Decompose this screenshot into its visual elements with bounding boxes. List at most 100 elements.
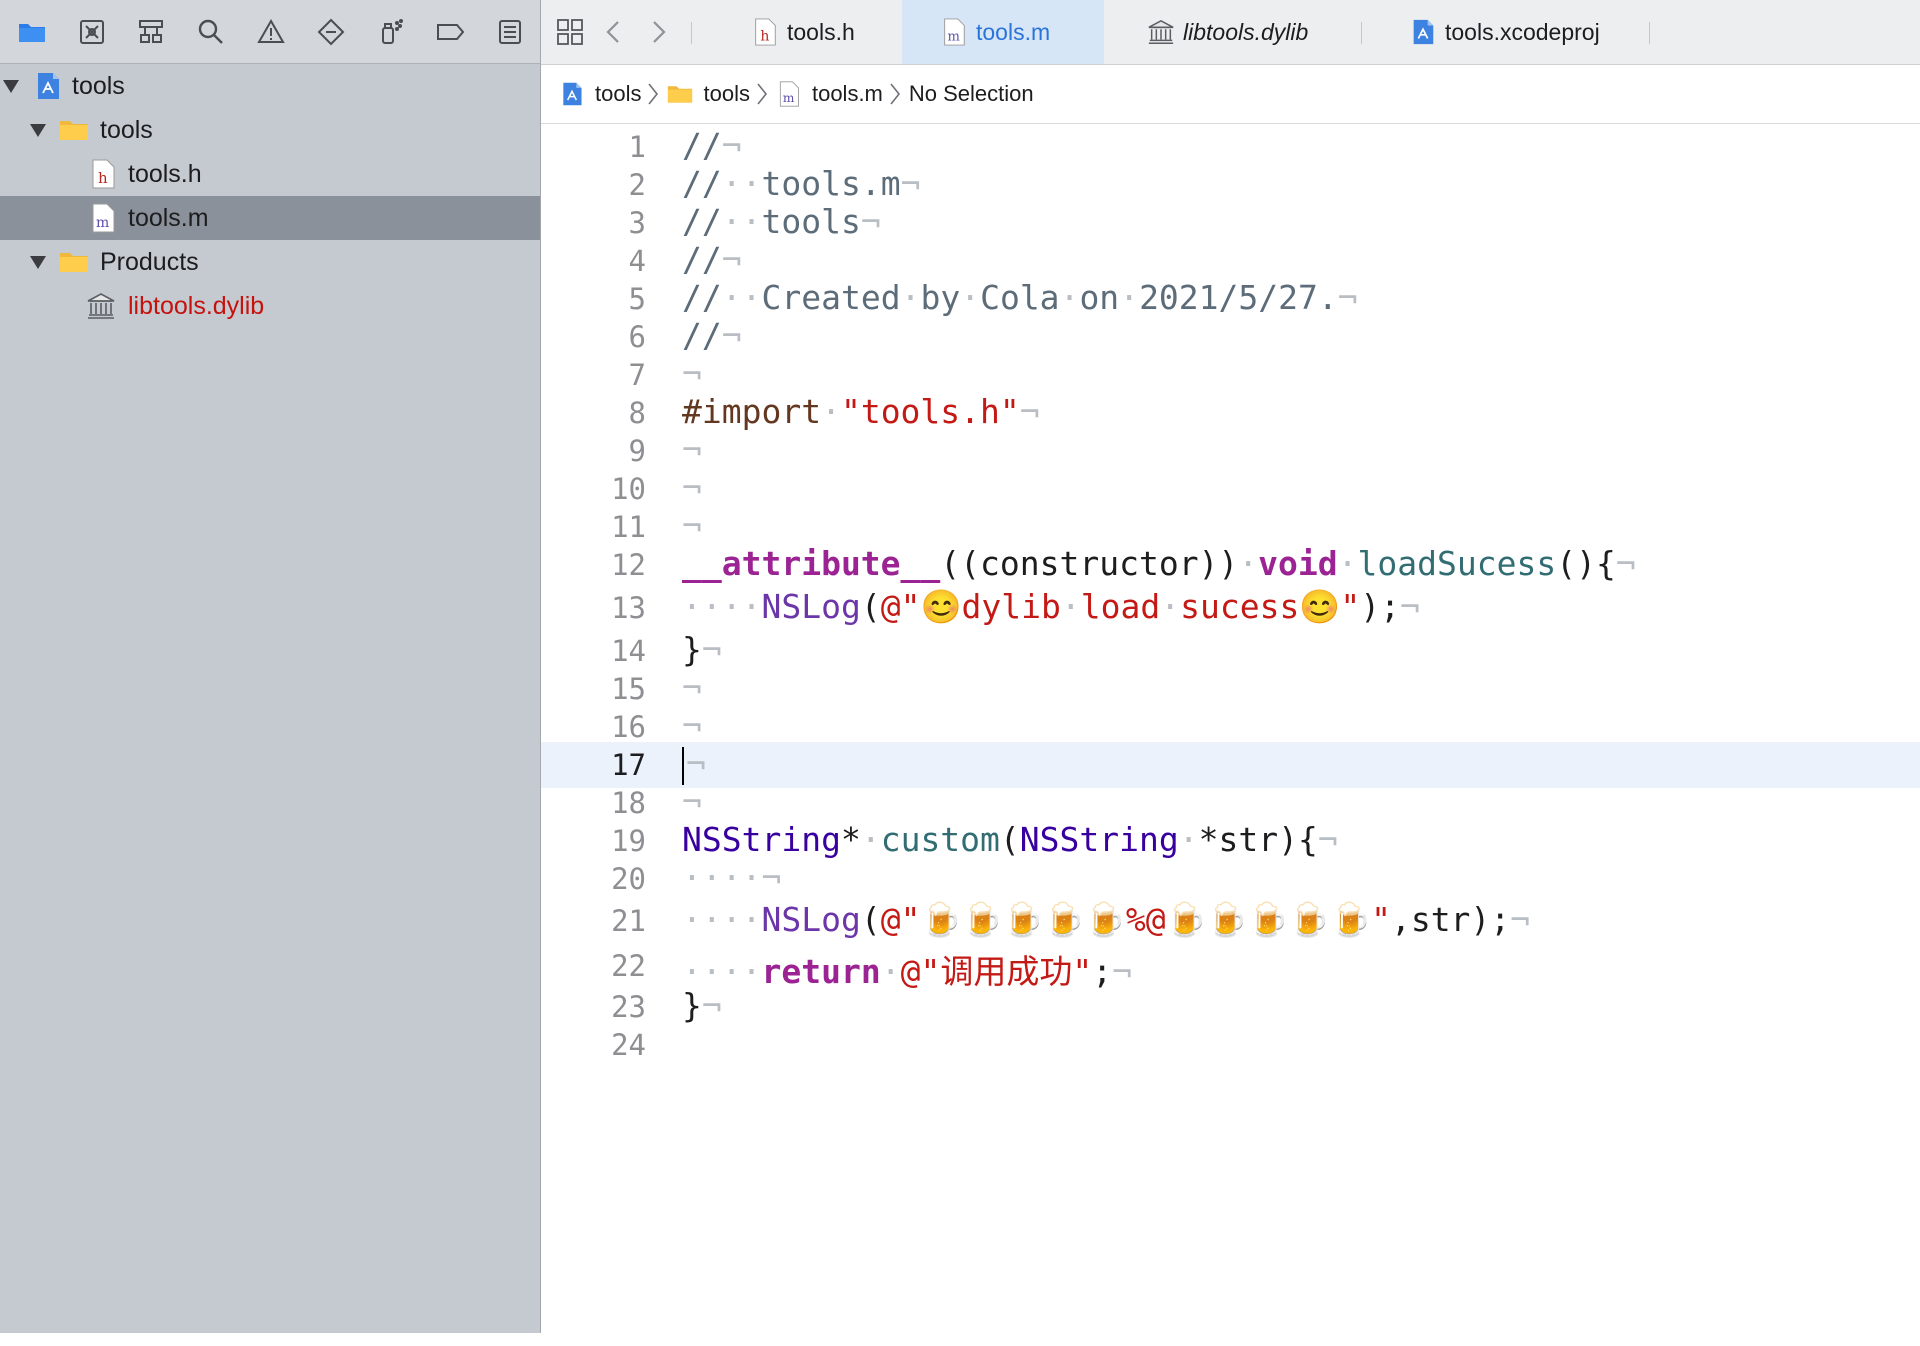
chevron-right-icon	[889, 82, 901, 106]
tree-item-label: Products	[100, 247, 199, 276]
tree-item-project-tools[interactable]: tools	[0, 64, 540, 108]
tree-item-label: tools	[72, 71, 125, 100]
breadcrumb-group[interactable]: tools	[667, 81, 750, 107]
code-text: ····NSLog(@"🍺🍺🍺🍺🍺%@🍺🍺🍺🍺🍺",str);¬	[682, 900, 1531, 939]
line-number: 17	[611, 748, 646, 782]
editor-tab-bar: h tools.h m tools.m libtools.dylib tools…	[541, 0, 1920, 65]
code-text: __attribute__((constructor))·void·loadSu…	[682, 544, 1636, 583]
tab-separator	[691, 22, 692, 44]
code-text: ····¬	[682, 858, 782, 897]
line-number: 5	[628, 282, 646, 316]
project-blueprint-icon	[33, 71, 63, 101]
tree-item-group-tools[interactable]: tools	[0, 108, 540, 152]
svg-text:m: m	[947, 29, 960, 44]
library-icon	[1147, 18, 1175, 46]
code-text: ¬	[682, 782, 702, 821]
line-number: 24	[611, 1028, 646, 1062]
line-number: 9	[628, 434, 646, 468]
grid-icon	[557, 19, 583, 45]
m-file-icon: m	[776, 81, 802, 107]
code-line[interactable]: 22 ····return·@"调用成功";¬	[541, 943, 1920, 991]
tree-item-label: tools.h	[128, 159, 202, 188]
line-number: 10	[611, 472, 646, 506]
line-number: 7	[628, 358, 646, 392]
tab-libtools-dylib[interactable]: libtools.dylib	[1147, 0, 1347, 64]
tree-item-group-products[interactable]: Products	[0, 240, 540, 284]
code-line[interactable]: 13 ····NSLog(@"😊dylib·load·sucess😊");¬	[541, 585, 1920, 631]
breakpoint-navigator-button[interactable]	[420, 0, 480, 64]
debug-navigator-button[interactable]	[361, 0, 421, 64]
code-text: ¬	[682, 744, 706, 785]
disclosure-triangle-icon[interactable]	[0, 75, 22, 97]
line-number: 6	[628, 320, 646, 354]
line-number: 8	[628, 396, 646, 430]
breadcrumb-label: tools	[595, 81, 642, 106]
report-navigator-button[interactable]	[480, 0, 540, 64]
source-control-navigator-button[interactable]	[62, 0, 122, 64]
breadcrumb-label: No Selection	[908, 81, 1034, 106]
line-number: 23	[611, 990, 646, 1024]
tree-item-libtools-dylib[interactable]: libtools.dylib	[0, 284, 540, 328]
line-number: 1	[628, 130, 646, 164]
breadcrumb-file[interactable]: m tools.m	[776, 81, 883, 107]
issue-navigator-button[interactable]	[241, 0, 301, 64]
line-number: 22	[611, 949, 646, 983]
code-text: //··tools¬	[682, 202, 881, 241]
folder-icon	[59, 247, 89, 277]
related-items-button[interactable]	[555, 17, 585, 47]
disclosure-triangle-icon[interactable]	[27, 251, 49, 273]
tab-separator	[1649, 22, 1650, 44]
breadcrumb-project[interactable]: tools	[559, 81, 641, 107]
forward-button[interactable]	[643, 17, 673, 47]
code-text: }¬	[682, 630, 722, 669]
svg-text:h: h	[98, 169, 108, 187]
breadcrumb-symbol[interactable]: No Selection	[909, 81, 1034, 107]
project-blueprint-icon	[1409, 18, 1437, 46]
code-line[interactable]: 21 ····NSLog(@"🍺🍺🍺🍺🍺%@🍺🍺🍺🍺🍺",str);¬	[541, 898, 1920, 944]
project-navigator-button[interactable]	[2, 0, 62, 64]
tab-tools-m[interactable]: m tools.m	[902, 0, 1104, 64]
line-number: 13	[611, 591, 646, 625]
code-line[interactable]: 24	[541, 1022, 1920, 1068]
tree-item-tools-m[interactable]: m tools.m	[0, 196, 540, 240]
text-caret	[682, 746, 684, 785]
jump-bar: tools tools m tools.m No Selection	[541, 65, 1920, 124]
line-number: 18	[611, 786, 646, 820]
hierarchy-icon	[139, 19, 164, 43]
tree-item-label: libtools.dylib	[128, 291, 265, 320]
chevron-right-icon	[653, 21, 666, 43]
tab-tools-xcodeproj[interactable]: tools.xcodeproj	[1409, 0, 1629, 64]
breakpoint-tag-icon	[437, 23, 465, 40]
find-navigator-button[interactable]	[181, 0, 241, 64]
window-bottom-edge	[0, 1333, 1920, 1346]
symbol-navigator-button[interactable]	[122, 0, 182, 64]
debug-spray-icon	[381, 18, 403, 44]
code-text: //··Created·by·Cola·on·2021/5/27.¬	[682, 278, 1358, 317]
source-editor[interactable]: 1 //¬ 2 //··tools.m¬ 3 //··tools¬ 4 //¬ 5 //··Cre…	[541, 124, 1920, 1333]
folder-icon	[18, 23, 45, 42]
code-line[interactable]: 12 __attribute__((constructor))·void·load…	[541, 542, 1920, 588]
tab-tools-h[interactable]: h tools.h	[751, 0, 881, 64]
tab-separator	[1361, 22, 1362, 44]
svg-text:h: h	[760, 28, 769, 44]
tree-item-tools-h[interactable]: h tools.h	[0, 152, 540, 196]
library-icon	[86, 291, 116, 321]
code-text: //··tools.m¬	[682, 164, 921, 203]
line-number: 4	[628, 244, 646, 278]
project-blueprint-icon	[559, 81, 585, 107]
line-number: 21	[611, 904, 646, 938]
code-text: ····NSLog(@"😊dylib·load·sucess😊");¬	[682, 587, 1420, 626]
code-text: ¬	[682, 706, 702, 745]
code-text: //¬	[682, 240, 742, 279]
tree-item-label: tools	[100, 115, 153, 144]
code-line[interactable]: 20 ····¬	[541, 856, 1920, 902]
chevron-right-icon	[756, 82, 768, 106]
breadcrumb-label: tools.m	[811, 81, 883, 106]
m-file-icon: m	[940, 18, 968, 46]
test-navigator-button[interactable]	[301, 0, 361, 64]
h-file-icon: h	[88, 159, 118, 189]
code-text: NSString*·custom(NSString·*str){¬	[682, 820, 1338, 859]
back-button[interactable]	[599, 17, 629, 47]
line-number: 19	[611, 824, 646, 858]
disclosure-triangle-icon[interactable]	[27, 119, 49, 141]
